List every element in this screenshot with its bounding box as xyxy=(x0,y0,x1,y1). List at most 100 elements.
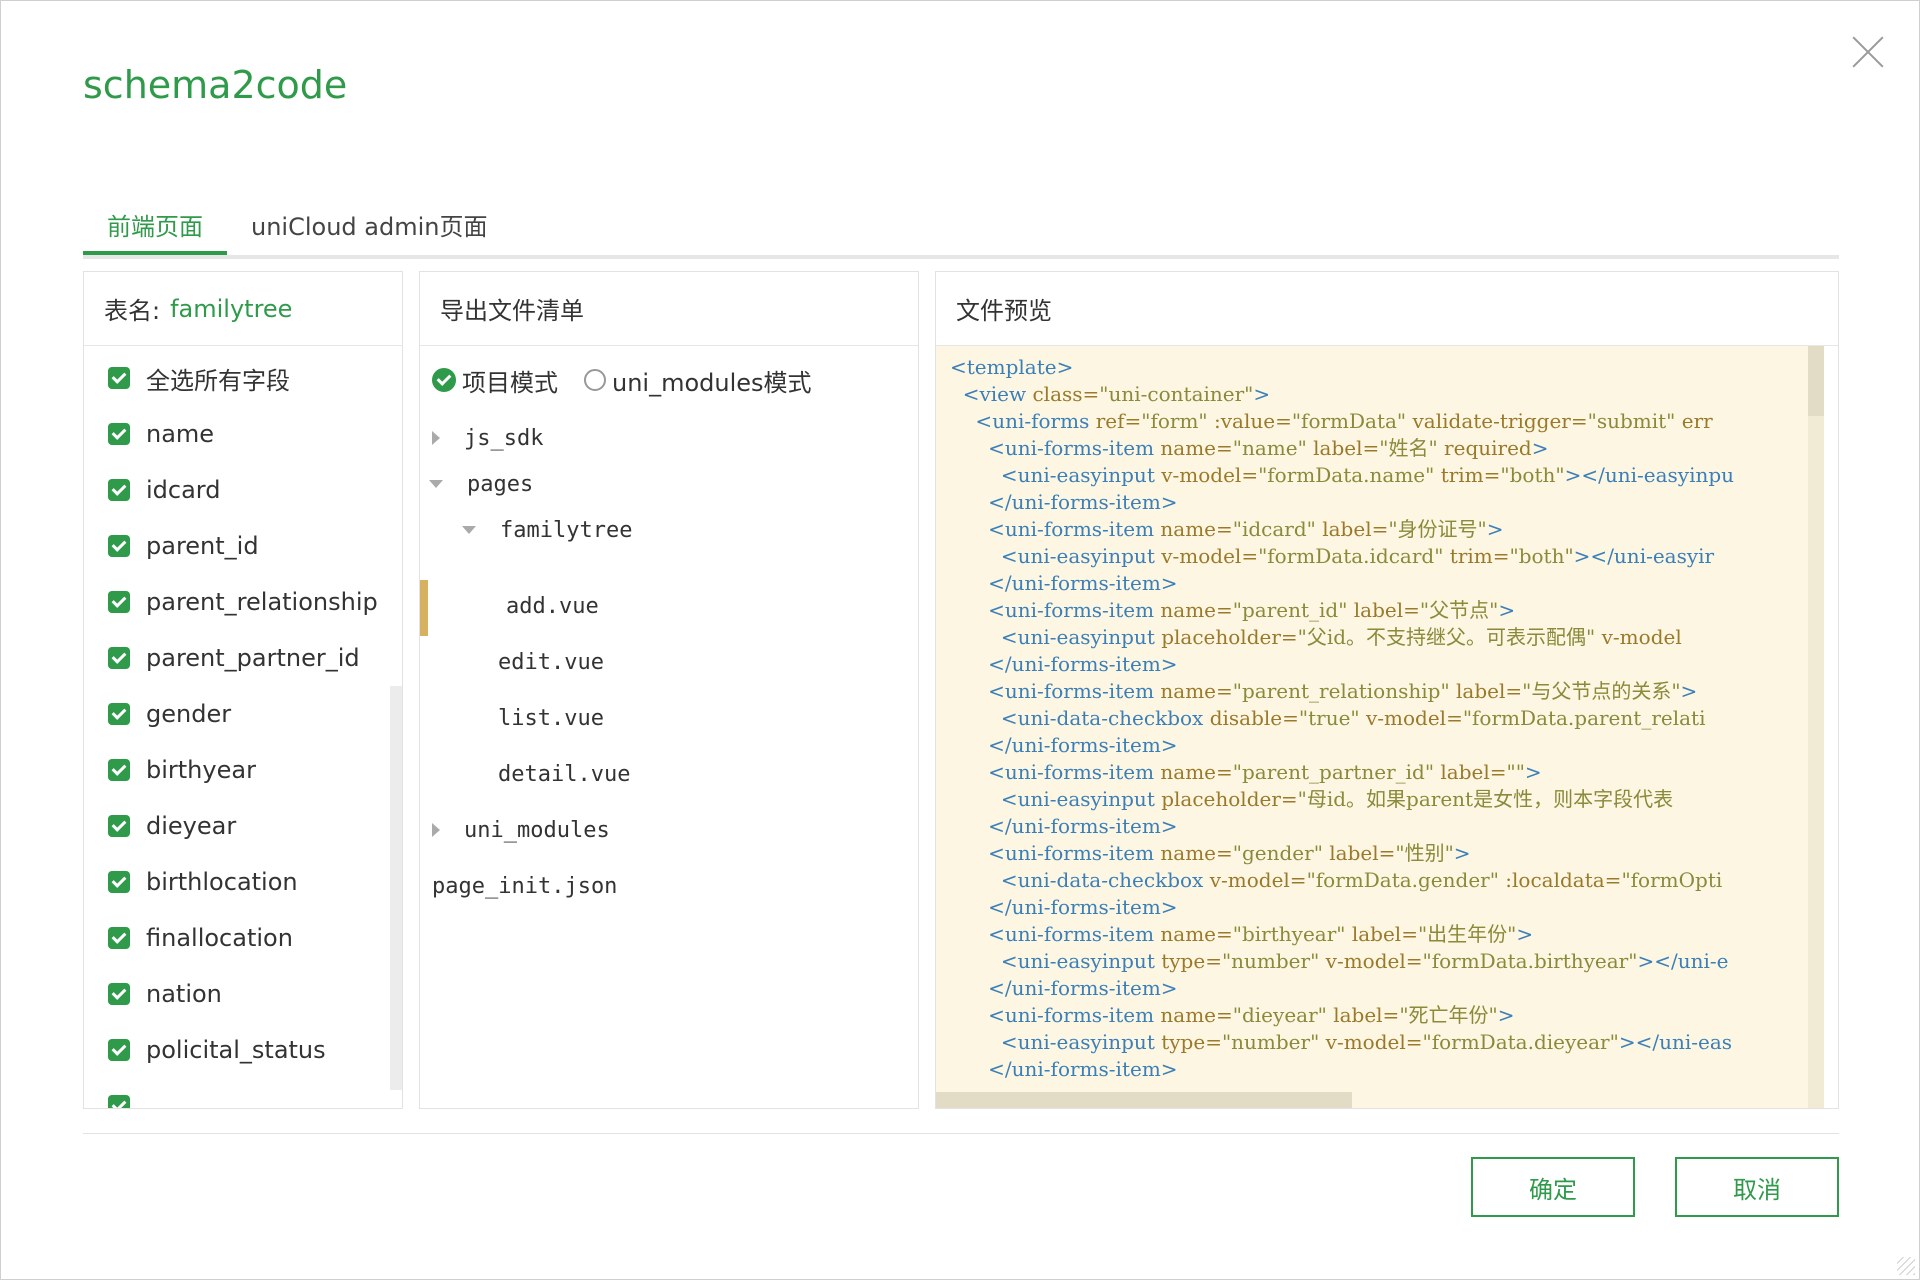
tab-unicloud-admin-page[interactable]: uniCloud admin页面 xyxy=(251,207,487,242)
checkbox-checked-icon xyxy=(108,983,130,1005)
tree-file-detail-vue[interactable]: detail.vue xyxy=(420,752,918,796)
code-token: v-model= xyxy=(1325,1030,1423,1054)
code-vertical-scrollbar[interactable] xyxy=(1808,346,1824,1108)
code-line: </uni-forms-item> xyxy=(950,570,1177,597)
field-label: dieyear xyxy=(146,812,237,840)
tree-file-list-vue[interactable]: list.vue xyxy=(420,696,918,740)
field-panel: 表名: familytree 全选所有字段 name idcard parent_i… xyxy=(83,271,403,1109)
export-file-header: 导出文件清单 xyxy=(420,272,918,346)
code-token: "dieyear" xyxy=(1232,1003,1334,1027)
code-token: ></uni-e xyxy=(1637,949,1729,973)
expand-arrow-icon[interactable] xyxy=(432,431,440,445)
code-token: <uni-data-checkbox xyxy=(950,706,1210,730)
code-token: label= xyxy=(1351,922,1418,946)
project-mode-label: 项目模式 xyxy=(462,368,558,397)
code-token: v-model= xyxy=(1161,463,1259,487)
tree-file-page-init-json[interactable]: page_init.json xyxy=(420,864,918,908)
code-token: label= xyxy=(1329,841,1396,865)
code-token: "true" xyxy=(1298,706,1366,730)
code-horizontal-scrollbar[interactable] xyxy=(936,1092,1352,1108)
code-line: </uni-forms-item> xyxy=(950,651,1177,678)
code-token: </uni-forms-item> xyxy=(950,490,1178,514)
code-token: "submit" xyxy=(1587,409,1682,433)
code-token: err xyxy=(1681,409,1713,433)
expand-arrow-icon[interactable] xyxy=(432,823,440,837)
code-token: label= xyxy=(1333,1003,1400,1027)
code-token: label= xyxy=(1456,679,1523,703)
code-token: validate-trigger= xyxy=(1412,409,1588,433)
checkbox-checked-icon xyxy=(108,479,130,501)
collapse-arrow-icon[interactable] xyxy=(429,480,443,488)
tab-bar: 前端页面 uniCloud admin页面 xyxy=(83,197,1839,259)
tree-file-edit-vue[interactable]: edit.vue xyxy=(420,640,918,684)
field-list-scrollbar[interactable] xyxy=(390,686,402,1090)
code-token: "birthyear" xyxy=(1232,922,1352,946)
field-checkbox-dieyear[interactable]: dieyear xyxy=(108,806,236,846)
code-token: "死亡年份" xyxy=(1399,1003,1498,1027)
field-checkbox-policital-status[interactable]: policital_status xyxy=(108,1030,326,1070)
field-checkbox-birthyear[interactable]: birthyear xyxy=(108,750,256,790)
checkbox-checked-icon xyxy=(108,815,130,837)
code-line: <uni-data-checkbox disable="true" v-mode… xyxy=(950,705,1706,732)
code-preview[interactable]: </uni-forms-item> <uni-easyinput type="n… xyxy=(936,346,1824,1108)
code-line: <uni-forms ref="form" :value="formData" … xyxy=(950,408,1713,435)
code-token: "parent_id" xyxy=(1232,598,1354,622)
code-line: <uni-forms-item name="idcard" label="身份证… xyxy=(950,516,1503,543)
code-token: <uni-forms-item xyxy=(950,922,1161,946)
code-token: "身份证号" xyxy=(1388,517,1487,541)
code-scroll-thumb[interactable] xyxy=(1808,346,1824,416)
code-token: trim= xyxy=(1449,544,1510,568)
field-checkbox-nation[interactable]: nation xyxy=(108,974,222,1014)
code-token: v-model= xyxy=(1209,868,1307,892)
field-label: birthyear xyxy=(146,756,256,784)
tree-folder-familytree[interactable]: familytree xyxy=(420,508,918,552)
tree-folder-uni-modules[interactable]: uni_modules xyxy=(420,808,918,852)
code-token: "formData.gender" xyxy=(1306,868,1506,892)
uni-modules-mode-radio[interactable] xyxy=(584,369,606,391)
code-token: v-model xyxy=(1601,625,1682,649)
code-token: </uni-forms-item> xyxy=(950,895,1178,919)
code-token: "出生年份" xyxy=(1417,922,1517,946)
code-token: name= xyxy=(1160,598,1233,622)
collapse-arrow-icon[interactable] xyxy=(462,526,476,534)
field-checkbox-name[interactable]: name xyxy=(108,414,214,454)
checkbox-checked-icon xyxy=(108,927,130,949)
field-checkbox-parent-relationship[interactable]: parent_relationship xyxy=(108,582,378,622)
field-checkbox-birthlocation[interactable]: birthlocation xyxy=(108,862,298,902)
field-label: birthlocation xyxy=(146,868,298,896)
field-checkbox-parent-partner-id[interactable]: parent_partner_id xyxy=(108,638,360,678)
tree-folder-pages[interactable]: pages xyxy=(420,462,918,506)
code-token: </uni-forms-item> xyxy=(950,976,1178,1000)
table-name-value: familytree xyxy=(170,294,293,323)
code-token: > xyxy=(1531,436,1549,460)
tree-item-label: edit.vue xyxy=(498,649,604,675)
code-token: "gender" xyxy=(1232,841,1330,865)
field-checkbox-gender[interactable]: gender xyxy=(108,694,231,734)
code-token: placeholder= xyxy=(1161,625,1298,649)
select-all-checkbox[interactable]: 全选所有字段 xyxy=(108,358,290,398)
tree-folder-js-sdk[interactable]: js_sdk xyxy=(420,416,918,460)
close-icon[interactable] xyxy=(1851,35,1885,69)
field-checkbox-finallocation[interactable]: finallocation xyxy=(108,918,293,958)
file-preview-header: 文件预览 xyxy=(936,272,1838,346)
project-mode-radio[interactable] xyxy=(432,368,456,392)
resize-handle-icon[interactable] xyxy=(1897,1257,1915,1275)
field-checkbox-idcard[interactable]: idcard xyxy=(108,470,220,510)
code-token: "母id。如果parent是女性，则本字段代表 xyxy=(1297,787,1674,811)
code-token: <uni-easyinput xyxy=(950,544,1162,568)
field-label: nation xyxy=(146,980,222,1008)
code-token: "idcard" xyxy=(1232,517,1323,541)
tree-item-label: familytree xyxy=(500,517,633,543)
confirm-button[interactable]: 确定 xyxy=(1471,1157,1635,1217)
cancel-button[interactable]: 取消 xyxy=(1675,1157,1839,1217)
field-checkbox-parent-id[interactable]: parent_id xyxy=(108,526,259,566)
tree-file-add-vue[interactable]: add.vue xyxy=(420,584,918,628)
field-checkbox-partial[interactable] xyxy=(108,1086,146,1108)
table-name-label: 表名: xyxy=(104,297,161,325)
code-token: name= xyxy=(1160,1003,1233,1027)
code-token: "name" xyxy=(1232,436,1314,460)
code-line: <uni-easyinput placeholder="父id。不支持继父。可表… xyxy=(950,624,1682,651)
tab-frontend-page[interactable]: 前端页面 xyxy=(107,207,203,242)
code-token: "uni-container" xyxy=(1099,382,1254,406)
code-token: name= xyxy=(1160,922,1233,946)
